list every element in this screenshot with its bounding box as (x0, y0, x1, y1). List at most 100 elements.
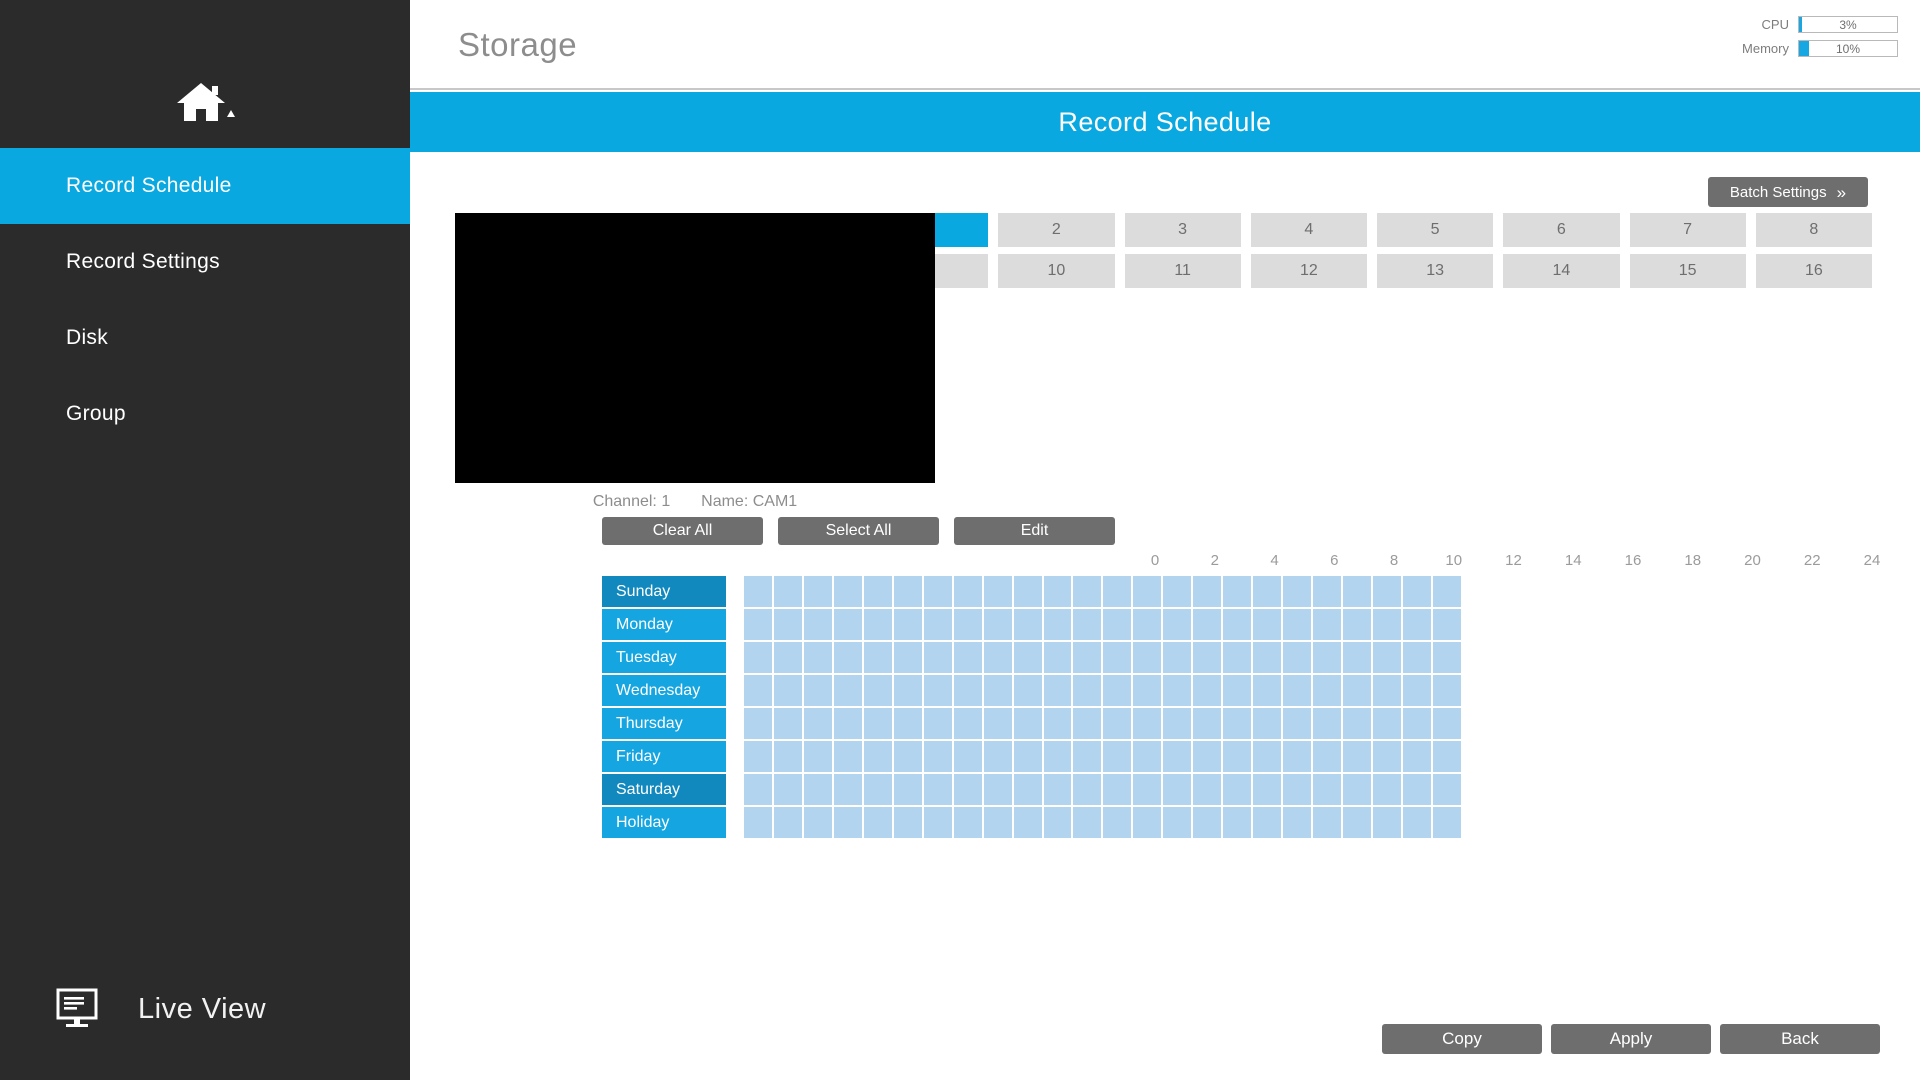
day-label-monday[interactable]: Monday (602, 609, 726, 640)
live-view-button[interactable]: Live View (0, 974, 410, 1044)
schedule-cell[interactable] (983, 807, 1012, 838)
schedule-cell[interactable] (1432, 675, 1461, 706)
schedule-cell[interactable] (953, 609, 982, 640)
schedule-cell[interactable] (1103, 807, 1132, 838)
schedule-cell[interactable] (923, 609, 952, 640)
schedule-cell[interactable] (773, 675, 802, 706)
schedule-cell[interactable] (1343, 675, 1372, 706)
schedule-cell[interactable] (893, 675, 922, 706)
schedule-cell[interactable] (1373, 774, 1401, 805)
schedule-cell[interactable] (1073, 741, 1102, 772)
schedule-cell[interactable] (803, 708, 832, 739)
schedule-cell[interactable] (1313, 576, 1342, 607)
channel-button-10[interactable]: 10 (998, 254, 1115, 288)
schedule-cell[interactable] (1193, 675, 1222, 706)
schedule-cell[interactable] (1043, 708, 1072, 739)
channel-button-4[interactable]: 4 (1250, 213, 1367, 247)
schedule-cell[interactable] (1313, 807, 1342, 838)
schedule-cell[interactable] (1283, 675, 1312, 706)
schedule-cell[interactable] (1103, 609, 1132, 640)
schedule-cell[interactable] (1103, 774, 1132, 805)
schedule-cell[interactable] (1013, 807, 1042, 838)
schedule-cell[interactable] (1133, 609, 1162, 640)
schedule-row-saturday[interactable] (744, 774, 1461, 805)
schedule-cell[interactable] (773, 576, 802, 607)
sidebar-item-group[interactable]: Group (0, 376, 410, 452)
schedule-cell[interactable] (1283, 609, 1312, 640)
schedule-cell[interactable] (1073, 774, 1102, 805)
schedule-cell[interactable] (1163, 741, 1192, 772)
schedule-cell[interactable] (923, 642, 952, 673)
schedule-cell[interactable] (1043, 576, 1072, 607)
schedule-cell[interactable] (1313, 774, 1342, 805)
schedule-cell[interactable] (1133, 675, 1162, 706)
schedule-cell[interactable] (1402, 609, 1431, 640)
schedule-cell[interactable] (893, 708, 922, 739)
schedule-cell[interactable] (1313, 609, 1342, 640)
schedule-cell[interactable] (1223, 774, 1252, 805)
schedule-cell[interactable] (1193, 774, 1222, 805)
schedule-cell[interactable] (1402, 708, 1431, 739)
schedule-cell[interactable] (893, 576, 922, 607)
schedule-cell[interactable] (893, 741, 922, 772)
schedule-cell[interactable] (1043, 675, 1072, 706)
schedule-row-holiday[interactable] (744, 807, 1461, 838)
schedule-cell[interactable] (1402, 675, 1431, 706)
sidebar-item-disk[interactable]: Disk (0, 300, 410, 376)
schedule-cell[interactable] (833, 675, 862, 706)
batch-settings-button[interactable]: Batch Settings » (1708, 177, 1868, 207)
schedule-cell[interactable] (1073, 642, 1102, 673)
schedule-cell[interactable] (803, 774, 832, 805)
schedule-cell[interactable] (1163, 807, 1192, 838)
schedule-cell[interactable] (1432, 774, 1461, 805)
schedule-cell[interactable] (1253, 675, 1282, 706)
schedule-cell[interactable] (1133, 576, 1162, 607)
sidebar-item-record-schedule[interactable]: Record Schedule (0, 148, 410, 224)
schedule-cell[interactable] (893, 807, 922, 838)
camera-preview[interactable] (455, 213, 935, 483)
schedule-cell[interactable] (1193, 609, 1222, 640)
schedule-row-thursday[interactable] (744, 708, 1461, 739)
schedule-cell[interactable] (833, 741, 862, 772)
schedule-cell[interactable] (1283, 774, 1312, 805)
schedule-cell[interactable] (1163, 609, 1192, 640)
schedule-cell[interactable] (1253, 774, 1282, 805)
schedule-cell[interactable] (863, 741, 892, 772)
schedule-cell[interactable] (1253, 741, 1282, 772)
schedule-cell[interactable] (1343, 807, 1372, 838)
clear-all-button[interactable]: Clear All (602, 517, 763, 545)
schedule-cell[interactable] (953, 774, 982, 805)
schedule-cell[interactable] (744, 609, 772, 640)
schedule-cell[interactable] (893, 642, 922, 673)
schedule-cell[interactable] (1133, 807, 1162, 838)
schedule-cell[interactable] (1373, 741, 1401, 772)
sidebar-item-record-settings[interactable]: Record Settings (0, 224, 410, 300)
schedule-cell[interactable] (1043, 609, 1072, 640)
schedule-cell[interactable] (1103, 675, 1132, 706)
schedule-cell[interactable] (923, 708, 952, 739)
schedule-cell[interactable] (983, 642, 1012, 673)
schedule-cell[interactable] (923, 675, 952, 706)
schedule-cell[interactable] (833, 576, 862, 607)
schedule-cell[interactable] (803, 576, 832, 607)
day-label-sunday[interactable]: Sunday (602, 576, 726, 607)
schedule-row-monday[interactable] (744, 609, 1461, 640)
schedule-cell[interactable] (1013, 576, 1042, 607)
schedule-cell[interactable] (1073, 609, 1102, 640)
schedule-cell[interactable] (1013, 741, 1042, 772)
copy-button[interactable]: Copy (1382, 1024, 1542, 1054)
schedule-cell[interactable] (1283, 642, 1312, 673)
schedule-cell[interactable] (1223, 708, 1252, 739)
schedule-cell[interactable] (803, 642, 832, 673)
schedule-cell[interactable] (1163, 642, 1192, 673)
schedule-cell[interactable] (1013, 642, 1042, 673)
channel-button-16[interactable]: 16 (1755, 254, 1872, 288)
schedule-cell[interactable] (1193, 576, 1222, 607)
schedule-cell[interactable] (1373, 675, 1401, 706)
schedule-cell[interactable] (1163, 675, 1192, 706)
schedule-cell[interactable] (744, 774, 772, 805)
schedule-cell[interactable] (1432, 708, 1461, 739)
schedule-cell[interactable] (1073, 576, 1102, 607)
schedule-cell[interactable] (1223, 675, 1252, 706)
schedule-cell[interactable] (1253, 708, 1282, 739)
